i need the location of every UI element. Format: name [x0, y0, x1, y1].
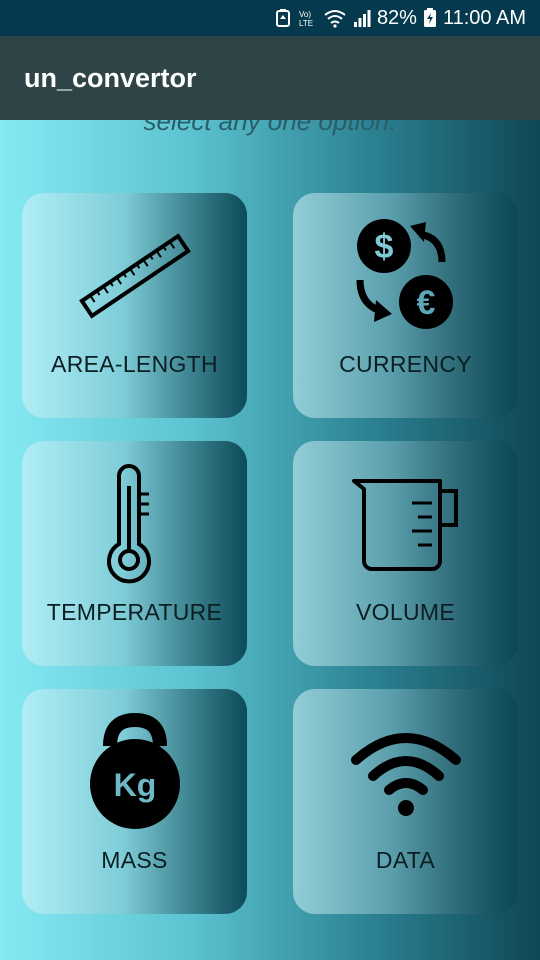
app-title: un_convertor: [24, 62, 197, 93]
clock: 11:00 AM: [442, 6, 526, 29]
measuring-cup-icon: [293, 459, 518, 589]
data-saver-icon: [275, 8, 291, 28]
option-area-length-button[interactable]: AREA-LENGTH: [22, 193, 247, 418]
currency-exchange-icon: $ €: [293, 211, 518, 341]
option-temperature-button[interactable]: TEMPERATURE: [22, 441, 247, 666]
euro-sign: €: [416, 284, 435, 322]
option-label: MASS: [101, 847, 168, 873]
volte-text-top: Vo): [299, 10, 311, 19]
status-bar: Vo) LTE 82% 11:00 AM: [0, 0, 540, 36]
battery-percent: 82%: [376, 6, 417, 29]
wifi-data-icon: [293, 707, 518, 837]
option-data-button[interactable]: DATA: [293, 689, 518, 914]
thermometer-icon: [22, 459, 247, 589]
option-label: TEMPERATURE: [46, 599, 223, 625]
option-label: VOLUME: [356, 599, 455, 625]
ruler-icon: [22, 211, 247, 341]
wifi-icon: [323, 8, 347, 28]
app-bar: un_convertor: [0, 36, 540, 120]
kg-text: Kg: [113, 767, 156, 803]
option-label: CURRENCY: [339, 351, 472, 377]
option-volume-button[interactable]: VOLUME: [293, 441, 518, 666]
dollar-sign: $: [374, 228, 393, 266]
volte-text-bottom: LTE: [299, 19, 313, 28]
option-mass-button[interactable]: Kg MASS: [22, 689, 247, 914]
option-currency-button[interactable]: $ € CURRENCY: [293, 193, 518, 418]
option-label: AREA-LENGTH: [51, 351, 218, 377]
page-subtitle: select any one option.: [143, 120, 397, 136]
battery-icon: [423, 8, 437, 28]
volte-icon: Vo) LTE: [297, 8, 317, 28]
signal-icon: [353, 8, 371, 28]
main-content: select any one option. AREA-LENGTH $ € C…: [0, 120, 540, 960]
kettlebell-icon: Kg: [22, 707, 247, 837]
option-label: DATA: [375, 847, 436, 873]
